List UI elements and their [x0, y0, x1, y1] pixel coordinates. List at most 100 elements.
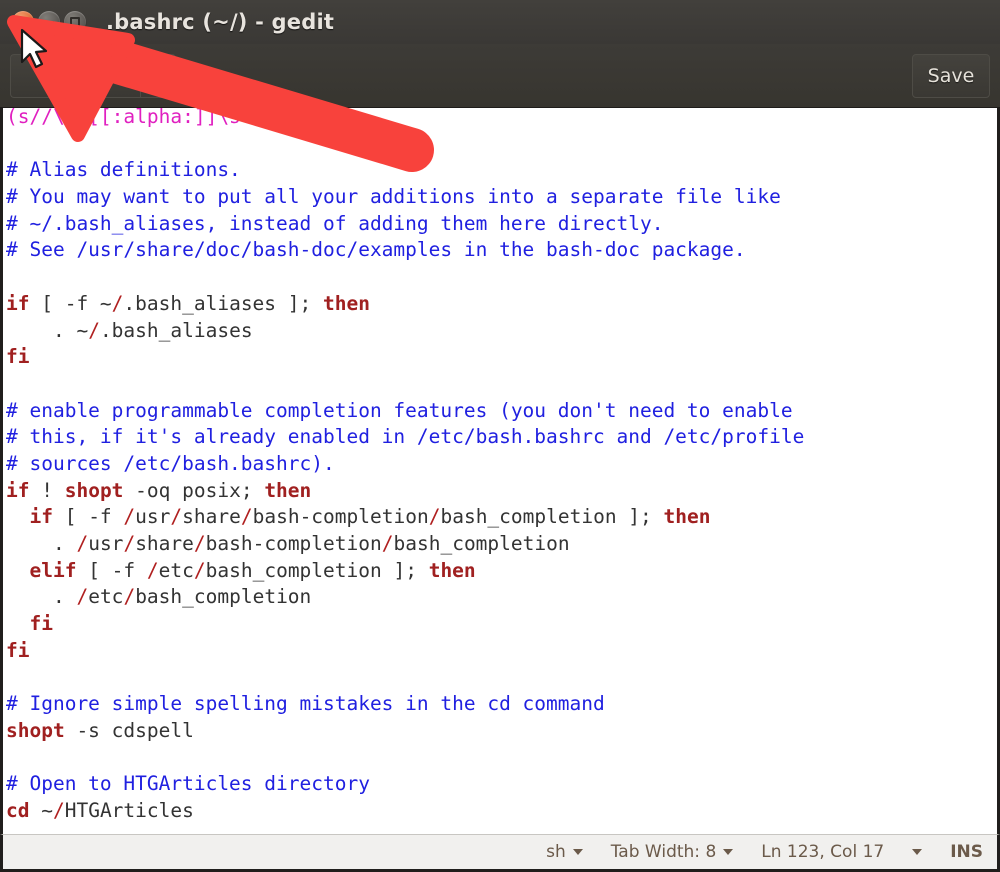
code-token: # ~/.bash_aliases, instead of adding the… [6, 212, 663, 235]
minimize-button[interactable] [38, 11, 60, 33]
code-line: # sources /etc/bash.bashrc). [6, 451, 997, 478]
code-line: fi [6, 611, 997, 638]
code-line: if ! shopt -oq posix; then [6, 478, 997, 505]
insert-mode-indicator[interactable]: INS [936, 842, 997, 862]
chevron-down-icon [153, 73, 163, 79]
save-button[interactable]: Save [912, 54, 990, 98]
code-token: bash_completion ]; [206, 559, 429, 582]
code-token: / [194, 559, 206, 582]
chevron-down-icon [573, 849, 583, 855]
code-token: # sources /etc/bash.bashrc). [6, 452, 335, 475]
maximize-button[interactable] [64, 11, 86, 33]
code-token: if [6, 479, 29, 502]
code-token: then [429, 559, 476, 582]
code-line: # this, if it's already enabled in /etc/… [6, 424, 997, 451]
open-button[interactable]: Open [10, 54, 140, 98]
code-token: / [147, 559, 159, 582]
code-token: .bash_aliases [100, 319, 253, 342]
code-token: # Open to HTGArticles directory [6, 772, 370, 795]
close-button[interactable]: ✕ [12, 11, 34, 33]
code-token: bash-completion [206, 532, 382, 555]
save-button-label: Save [928, 65, 975, 87]
code-line: # Ignore simple spelling mistakes in the… [6, 691, 997, 718]
code-token: / [88, 319, 100, 342]
code-line [6, 131, 997, 158]
code-token: share [135, 532, 194, 555]
cursor-position-label: Ln 123, Col 17 [761, 842, 884, 862]
code-token: bash_completion ]; [440, 505, 663, 528]
status-bar: sh Tab Width: 8 Ln 123, Col 17 INS [0, 834, 1000, 872]
code-line: fi [6, 344, 997, 371]
code-token: / [76, 585, 88, 608]
code-line [6, 371, 997, 398]
code-token: . [6, 585, 76, 608]
code-line: . /usr/share/bash-completion/bash_comple… [6, 531, 997, 558]
code-token: # You may want to put all your additions… [6, 185, 781, 208]
code-token: / [53, 799, 65, 822]
code-token: if [6, 292, 29, 315]
code-token: -s cdspell [65, 719, 194, 742]
language-selector[interactable]: sh [532, 842, 597, 862]
code-line: # Alias definitions. [6, 157, 997, 184]
tab-width-label: Tab Width: 8 [611, 842, 717, 862]
title-bar: ✕ .bashrc (~/) - gedit [0, 0, 1000, 44]
open-dropdown-button[interactable] [140, 54, 176, 98]
code-token: . [6, 532, 76, 555]
code-line: fi [6, 638, 997, 665]
code-token: share [182, 505, 241, 528]
close-icon: ✕ [12, 11, 34, 33]
overflow-menu-button[interactable] [898, 849, 936, 855]
code-token: fi [29, 612, 52, 635]
code-token: usr [135, 505, 170, 528]
code-token: / [123, 532, 135, 555]
code-token: then [664, 505, 711, 528]
code-token: etc [88, 585, 123, 608]
tab-width-selector[interactable]: Tab Width: 8 [597, 842, 748, 862]
code-token: then [323, 292, 370, 315]
language-label: sh [546, 842, 566, 862]
code-token: -oq posix; [123, 479, 264, 502]
code-token: / [112, 292, 124, 315]
chevron-down-icon [723, 849, 733, 855]
code-line [6, 264, 997, 291]
toolbar: Open Save [0, 44, 1000, 108]
open-button-group: Open [10, 54, 176, 98]
code-token: # Alias definitions. [6, 158, 241, 181]
minimize-icon [44, 21, 54, 23]
code-line: # See /usr/share/doc/bash-doc/examples i… [6, 237, 997, 264]
insert-mode-label: INS [950, 842, 983, 862]
code-token: shopt [65, 479, 124, 502]
code-line: shopt -s cdspell [6, 718, 997, 745]
code-token: etc [159, 559, 194, 582]
source-code-text[interactable]: (s//\s/[[:alpha:]]\s # Alias definitions… [3, 108, 997, 825]
code-token: fi [6, 345, 29, 368]
code-line: if [ -f /usr/share/bash-completion/bash_… [6, 504, 997, 531]
code-token: / [382, 532, 394, 555]
code-token: .bash_aliases ]; [123, 292, 323, 315]
code-line: # enable programmable completion feature… [6, 398, 997, 425]
code-token: # this, if it's already enabled in /etc/… [6, 425, 804, 448]
code-token: / [76, 532, 88, 555]
editor-area[interactable]: (s//\s/[[:alpha:]]\s # Alias definitions… [0, 108, 1000, 834]
code-token: elif [29, 559, 76, 582]
code-token [6, 559, 29, 582]
open-button-label: Open [50, 65, 101, 87]
code-token: HTGArticles [65, 799, 194, 822]
code-token: / [241, 505, 253, 528]
code-token: [ -f [76, 559, 146, 582]
code-line: elif [ -f /etc/bash_completion ]; then [6, 558, 997, 585]
code-token: if [29, 505, 52, 528]
code-token: / [123, 585, 135, 608]
code-token: ! [29, 479, 64, 502]
code-token [6, 505, 29, 528]
code-token: fi [6, 639, 29, 662]
cursor-position: Ln 123, Col 17 [747, 842, 898, 862]
code-line: cd ~/HTGArticles [6, 798, 997, 825]
code-token: # See /usr/share/doc/bash-doc/examples i… [6, 238, 746, 261]
window-title: .bashrc (~/) - gedit [106, 10, 334, 34]
code-token: / [429, 505, 441, 528]
code-token: then [264, 479, 311, 502]
code-token: . ~ [6, 319, 88, 342]
code-token: / [170, 505, 182, 528]
code-token: [ -f [53, 505, 123, 528]
